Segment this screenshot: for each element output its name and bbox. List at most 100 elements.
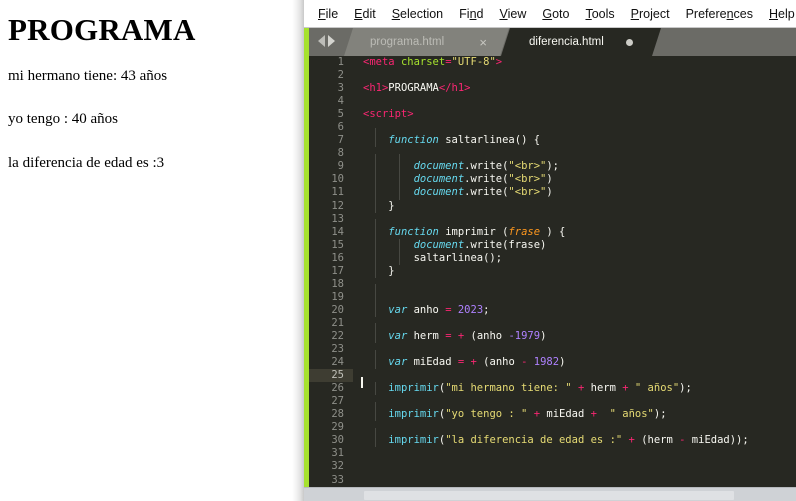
code-line: 6: [309, 121, 796, 141]
code-line: 20 var anho = 2023;: [309, 303, 796, 317]
rendered-html-output: PROGRAMA mi hermano tiene: 43 años yo te…: [0, 12, 292, 172]
line-number: 6: [337, 121, 344, 134]
line-number: 8: [337, 147, 344, 160]
sublime-text-window: File Edit Selection Find View Goto Tools…: [304, 0, 796, 501]
code-line: 27: [309, 395, 796, 415]
line-content[interactable]: }: [353, 264, 796, 278]
tab-close-icon[interactable]: ×: [479, 36, 487, 49]
code-line: 32: [309, 460, 796, 473]
code-line: 21: [309, 316, 796, 337]
output-line-1: mi hermano tiene: 43 años: [8, 67, 168, 84]
output-line-2: yo tengo : 40 años: [8, 110, 118, 127]
tab-label: programa.html: [370, 36, 445, 48]
tab-diferencia-html[interactable]: diferencia.html: [501, 28, 661, 56]
tab-next-arrow-icon[interactable]: [328, 35, 335, 47]
line-number: 11: [331, 186, 344, 199]
menu-item-project[interactable]: Project: [631, 7, 670, 21]
line-content[interactable]: var anho = 2023;: [353, 303, 796, 317]
code-line: 5 <script>: [309, 108, 796, 121]
output-line-3: la diferencia de edad es :3: [8, 154, 165, 171]
code-line: 13: [309, 213, 796, 233]
line-number: 12: [331, 199, 344, 212]
line-number: 7: [337, 134, 344, 147]
code-line: 17 }: [309, 264, 796, 278]
code-line: 29: [309, 421, 796, 441]
pane-divider: [292, 0, 304, 501]
line-number: 15: [331, 238, 344, 251]
line-number: 20: [331, 303, 344, 316]
line-number: 27: [331, 395, 344, 408]
code-line: 28 imprimir("yo tengo : " + miEdad + " a…: [309, 408, 796, 422]
line-number: 16: [331, 251, 344, 264]
tab-prev-arrow-icon[interactable]: [318, 35, 325, 47]
line-number: 3: [337, 82, 344, 95]
code-editor-area[interactable]: 1 <meta charset="UTF-8"> 2 3 <h1>PROGRAM…: [309, 56, 796, 487]
code-line: 30 imprimir("la diferencia de edad es :"…: [309, 434, 796, 448]
code-line: 18: [309, 278, 796, 298]
line-content[interactable]: <h1>PROGRAMA</h1>: [353, 82, 796, 95]
line-content[interactable]: imprimir("mi hermano tiene: " + herm + "…: [353, 382, 796, 396]
line-content[interactable]: function imprimir (frase ) {: [353, 225, 796, 239]
menu-bar: File Edit Selection Find View Goto Tools…: [304, 0, 796, 28]
line-content[interactable]: var herm = + (anho -1979): [353, 329, 796, 344]
line-number: 33: [331, 473, 344, 486]
tab-programa-html[interactable]: programa.html ×: [344, 28, 509, 56]
menu-item-edit[interactable]: Edit: [354, 7, 376, 21]
line-number: 24: [331, 356, 344, 369]
menu-item-preferences[interactable]: Preferences: [686, 7, 753, 21]
code-line-active: 25: [309, 369, 796, 389]
tab-nav-arrows: [318, 35, 335, 47]
line-number: 14: [331, 225, 344, 238]
code-line: 22 var herm = + (anho -1979): [309, 329, 796, 344]
line-content[interactable]: document.write("<br>");: [353, 160, 796, 174]
code-line: 4: [309, 95, 796, 108]
menu-item-tools[interactable]: Tools: [585, 7, 614, 21]
screen-root: PROGRAMA mi hermano tiene: 43 años yo te…: [0, 0, 796, 501]
code-line: 1 <meta charset="UTF-8">: [309, 56, 796, 69]
code-line: 7 function saltarlinea() {: [309, 134, 796, 148]
code-line: 14 function imprimir (frase ) {: [309, 225, 796, 239]
browser-output-pane: PROGRAMA mi hermano tiene: 43 años yo te…: [0, 0, 292, 501]
line-content[interactable]: document.write("<br>"): [353, 186, 796, 200]
line-content[interactable]: document.write(frase): [353, 238, 796, 252]
line-number: 31: [331, 447, 344, 460]
line-number: 32: [331, 460, 344, 473]
code-line: 12 }: [309, 199, 796, 213]
code-line: 15 document.write(frase): [309, 238, 796, 252]
tab-modified-dot-icon[interactable]: [626, 38, 633, 46]
line-number: 19: [331, 290, 344, 303]
horizontal-scrollbar[interactable]: [304, 487, 796, 501]
line-number: 5: [337, 108, 344, 121]
code-line: 31: [309, 447, 796, 460]
line-content[interactable]: imprimir("yo tengo : " + miEdad + " años…: [353, 408, 796, 422]
line-content[interactable]: var miEdad = + (anho - 1982): [353, 356, 796, 370]
line-content[interactable]: function saltarlinea() {: [353, 134, 796, 148]
line-content[interactable]: imprimir("la diferencia de edad es :" + …: [353, 434, 796, 448]
line-content[interactable]: <script>: [353, 108, 796, 121]
menu-item-goto[interactable]: Goto: [542, 7, 569, 21]
code-line: 33: [309, 474, 796, 487]
tab-label: diferencia.html: [529, 36, 604, 48]
code-line: 19: [309, 290, 796, 311]
menu-item-help[interactable]: Help: [769, 7, 795, 21]
line-content[interactable]: <meta charset="UTF-8">: [353, 56, 796, 69]
code-line: 23: [309, 343, 796, 363]
line-number: 4: [337, 95, 344, 108]
line-content[interactable]: document.write("<br>"): [353, 173, 796, 187]
code-line: 8: [309, 147, 796, 167]
line-number: 23: [331, 343, 344, 356]
menu-item-file[interactable]: File: [318, 7, 338, 21]
line-number: 21: [331, 316, 344, 329]
menu-item-selection[interactable]: Selection: [392, 7, 443, 21]
menu-item-find[interactable]: Find: [459, 7, 483, 21]
line-number: 28: [331, 408, 344, 421]
line-number: 30: [331, 434, 344, 447]
line-content[interactable]: }: [353, 199, 796, 213]
line-content[interactable]: saltarlinea();: [353, 251, 796, 265]
line-number: 25: [309, 369, 353, 383]
menu-item-view[interactable]: View: [499, 7, 526, 21]
horizontal-scrollbar-thumb[interactable]: [364, 491, 734, 500]
code-line: 26 imprimir("mi hermano tiene: " + herm …: [309, 382, 796, 396]
line-number: 10: [331, 173, 344, 186]
output-heading: PROGRAMA: [8, 12, 196, 47]
